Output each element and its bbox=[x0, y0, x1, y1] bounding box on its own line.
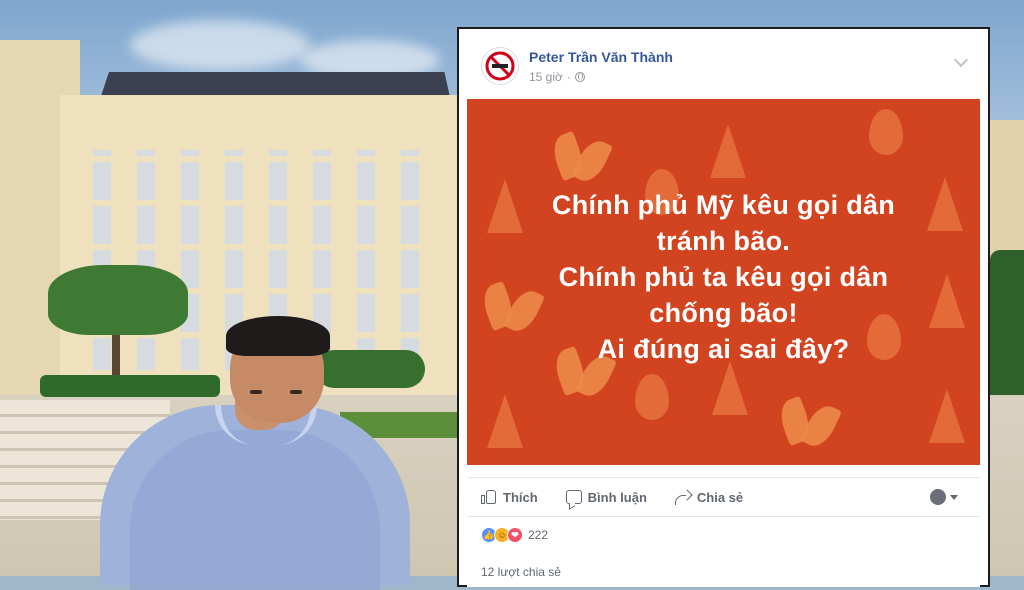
caption-line: tránh bão. bbox=[656, 226, 791, 256]
action-bar: Thích Bình luận Chia sẻ bbox=[467, 477, 980, 517]
tree-decoration bbox=[710, 124, 746, 178]
eye bbox=[290, 390, 302, 394]
caption-line: Chính phủ Mỹ kêu gọi dân bbox=[551, 190, 896, 220]
caret-down-icon bbox=[950, 494, 958, 500]
caption-line: chống bão! bbox=[649, 298, 798, 328]
comment-icon bbox=[565, 490, 582, 504]
cloud bbox=[130, 20, 310, 70]
post-header: Peter Trần Văn Thành 15 giờ · bbox=[467, 37, 980, 97]
separator-dot: · bbox=[566, 70, 571, 84]
hair bbox=[226, 316, 330, 356]
eye bbox=[250, 390, 262, 394]
tree-decoration bbox=[487, 394, 523, 448]
person bbox=[90, 310, 420, 590]
love-icon: ❤ bbox=[507, 527, 523, 543]
tree-decoration bbox=[929, 389, 965, 443]
leaf-decoration bbox=[635, 374, 669, 420]
post-time[interactable]: 15 giờ bbox=[529, 70, 563, 84]
share-button[interactable]: Chia sẻ bbox=[674, 489, 744, 505]
reactions-summary[interactable]: 👍 ☺ ❤ 222 bbox=[481, 527, 548, 543]
globe-icon bbox=[574, 72, 585, 82]
author-name[interactable]: Peter Trần Văn Thành bbox=[529, 49, 673, 65]
caption-line: Ai đúng ai sai đây? bbox=[597, 334, 850, 364]
tree-decoration bbox=[712, 361, 748, 415]
leaf-decoration bbox=[799, 400, 843, 452]
leaf-decoration bbox=[869, 109, 903, 155]
share-icon bbox=[674, 490, 691, 505]
caption-line: Chính phủ ta kêu gọi dân bbox=[558, 262, 889, 292]
post-image[interactable]: Chính phủ Mỹ kêu gọi dân tránh bão. Chín… bbox=[467, 99, 980, 465]
reaction-count: 222 bbox=[528, 528, 549, 542]
share-count[interactable]: 12 lượt chia sẻ bbox=[481, 565, 561, 579]
like-label: Thích bbox=[503, 489, 538, 505]
chevron-down-icon[interactable] bbox=[953, 52, 969, 68]
post-meta: 15 giờ · bbox=[529, 70, 585, 84]
post: Peter Trần Văn Thành 15 giờ · Chính phủ … bbox=[467, 37, 980, 587]
author-avatar[interactable] bbox=[481, 47, 519, 85]
comment-button[interactable]: Bình luận bbox=[565, 489, 647, 505]
facebook-post-card: Peter Trần Văn Thành 15 giờ · Chính phủ … bbox=[457, 27, 990, 587]
thumbs-up-icon bbox=[481, 489, 497, 505]
share-label: Chia sẻ bbox=[696, 489, 744, 505]
shirt-shade bbox=[130, 430, 380, 590]
like-button[interactable]: Thích bbox=[481, 489, 538, 505]
no-sign-icon bbox=[485, 51, 515, 81]
post-container: Peter Trần Văn Thành 15 giờ · Chính phủ … bbox=[467, 37, 980, 587]
image-caption: Chính phủ Mỹ kêu gọi dân tránh bão. Chín… bbox=[467, 187, 980, 367]
avatar bbox=[930, 489, 946, 505]
viewer-selector[interactable] bbox=[930, 489, 958, 505]
comment-label: Bình luận bbox=[587, 489, 647, 505]
